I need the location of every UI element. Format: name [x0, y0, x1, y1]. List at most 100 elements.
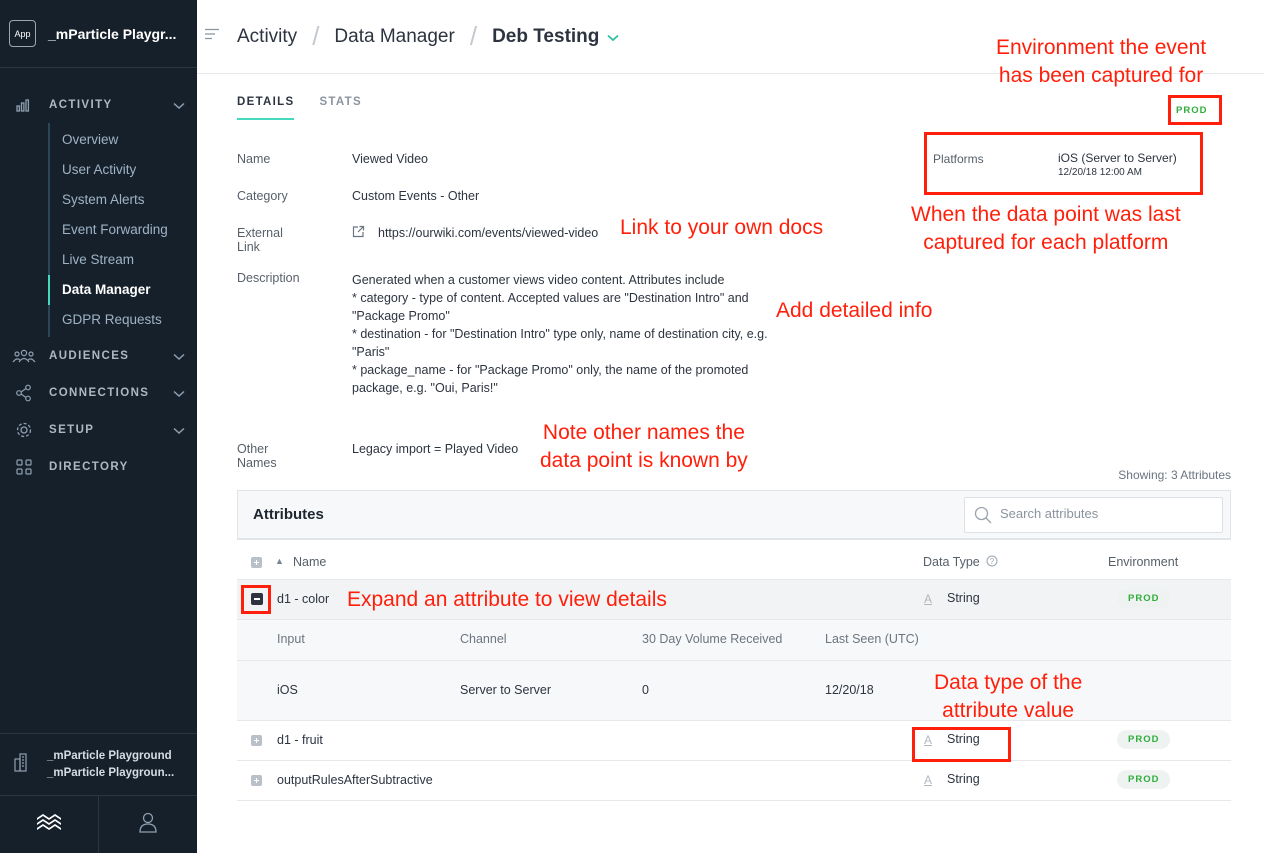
- description-text: Generated when a customer views video co…: [352, 271, 768, 397]
- table-row[interactable]: outputRulesAfterSubtractive A String PRO…: [237, 761, 1231, 801]
- app-header[interactable]: App _mParticle Playgr...: [0, 0, 197, 68]
- callout-text: Environment the event: [996, 36, 1207, 59]
- mparticle-logo-icon: [35, 812, 63, 837]
- user-profile-button[interactable]: [99, 796, 197, 853]
- people-icon: [12, 347, 36, 365]
- attribute-search[interactable]: [964, 497, 1223, 533]
- sidebar-item-overview[interactable]: Overview: [50, 125, 197, 155]
- breadcrumb-separator: /: [469, 21, 478, 51]
- tab-stats[interactable]: STATS: [319, 96, 362, 120]
- breadcrumb-data-manager[interactable]: Data Manager: [334, 26, 454, 48]
- callout-box-environment: [1168, 95, 1222, 125]
- callout-text: Data type of the: [934, 671, 1083, 694]
- callout-box-expand: [241, 585, 271, 614]
- sidebar-item-gdpr-requests[interactable]: GDPR Requests: [50, 305, 197, 335]
- description-line: * category - type of content. Accepted v…: [352, 291, 749, 305]
- chevron-down-icon[interactable]: [607, 26, 619, 48]
- expand-icon[interactable]: [251, 775, 262, 786]
- category-label: Category: [237, 189, 288, 203]
- attributes-header: Attributes: [238, 491, 1230, 539]
- app-badge: App: [9, 20, 36, 47]
- expand-all-icon[interactable]: [251, 557, 262, 568]
- workspace-switcher[interactable]: _mParticle Playground _mParticle Playgro…: [0, 733, 197, 795]
- nav-connections-label: CONNECTIONS: [49, 386, 150, 399]
- mparticle-logo-button[interactable]: [0, 796, 99, 853]
- workspace-name: _mParticle Playgroun...: [47, 766, 175, 779]
- description-line: "Paris": [352, 345, 390, 359]
- expand-icon[interactable]: [251, 735, 262, 746]
- external-link-label: External Link: [237, 226, 283, 254]
- breadcrumb-current-event[interactable]: Deb Testing: [492, 26, 599, 48]
- detail-volume: 0: [642, 683, 649, 697]
- help-icon[interactable]: ?: [986, 555, 998, 570]
- sidebar-item-event-forwarding[interactable]: Event Forwarding: [50, 215, 197, 245]
- sidebar-item-user-activity[interactable]: User Activity: [50, 155, 197, 185]
- sidebar-item-system-alerts[interactable]: System Alerts: [50, 185, 197, 215]
- breadcrumb-activity[interactable]: Activity: [237, 26, 297, 48]
- description-line: * destination - for "Destination Intro" …: [352, 327, 768, 341]
- callout-text: captured for each platform: [923, 231, 1169, 254]
- chevron-down-icon: [173, 348, 185, 366]
- external-link-icon[interactable]: [352, 225, 365, 241]
- sidebar-footer: _mParticle Playground _mParticle Playgro…: [0, 733, 197, 853]
- connections-icon: [12, 384, 36, 402]
- nav-audiences[interactable]: AUDIENCES: [0, 337, 197, 374]
- env-badge: PROD: [1117, 770, 1171, 789]
- nav-directory-label: DIRECTORY: [49, 460, 129, 473]
- app-name: _mParticle Playgr...: [48, 25, 177, 42]
- detail-last-seen: 12/20/18: [825, 683, 874, 697]
- chevron-down-icon: [173, 422, 185, 440]
- callout-text: Note other names the: [542, 421, 745, 444]
- search-input[interactable]: [1000, 506, 1210, 521]
- detail-tabs: DETAILS STATS: [237, 96, 387, 120]
- attributes-panel: Attributes: [237, 490, 1231, 540]
- env-badge: PROD: [1117, 730, 1171, 749]
- detail-col-input: Input: [277, 632, 305, 646]
- callout-text: has been captured for: [998, 64, 1204, 87]
- nav-setup[interactable]: SETUP: [0, 411, 197, 448]
- callout-data-type: Data type of the attribute value: [934, 669, 1082, 725]
- callout-environment: Environment the event has been captured …: [996, 34, 1206, 90]
- chevron-down-icon: [173, 385, 185, 403]
- gear-icon: [12, 421, 36, 439]
- detail-col-last-seen: Last Seen (UTC): [825, 632, 919, 646]
- env-badge: PROD: [1117, 589, 1171, 608]
- sort-ascending-icon[interactable]: ▲: [275, 556, 284, 566]
- detail-col-volume: 30 Day Volume Received: [642, 632, 783, 646]
- col-data-type[interactable]: Data Type: [923, 555, 980, 569]
- callout-info: Add detailed info: [776, 299, 933, 322]
- activity-subnav: Overview User Activity System Alerts Eve…: [48, 123, 197, 337]
- callout-expand: Expand an attribute to view details: [347, 588, 667, 611]
- table-row[interactable]: d1 - fruit A String PROD: [237, 721, 1231, 761]
- string-type-icon: A: [924, 592, 933, 606]
- col-name[interactable]: Name: [293, 555, 326, 569]
- sidebar-item-live-stream[interactable]: Live Stream: [50, 245, 197, 275]
- search-icon: [974, 506, 992, 529]
- description-line: package, e.g. "Oui, Paris!": [352, 381, 498, 395]
- svg-text:?: ?: [990, 557, 995, 566]
- menu-lines-icon[interactable]: [205, 27, 219, 45]
- nav-directory[interactable]: DIRECTORY: [0, 448, 197, 485]
- description-line: "Package Promo": [352, 309, 450, 323]
- detail-col-channel: Channel: [460, 632, 507, 646]
- attributes-title: Attributes: [253, 506, 324, 523]
- nav-activity-label: ACTIVITY: [49, 98, 113, 111]
- string-type-icon: A: [924, 773, 933, 787]
- bar-chart-icon: [12, 96, 36, 114]
- other-names-label: Other Names: [237, 442, 277, 470]
- col-environment[interactable]: Environment: [1108, 555, 1178, 569]
- callout-text: data point is known by: [540, 449, 748, 472]
- user-icon: [138, 811, 158, 838]
- callout-box-platforms: [924, 132, 1203, 195]
- external-link-url[interactable]: https://ourwiki.com/events/viewed-video: [378, 226, 598, 240]
- sidebar-item-data-manager[interactable]: Data Manager: [48, 275, 197, 305]
- nav-activity[interactable]: ACTIVITY: [0, 86, 197, 123]
- nav-connections[interactable]: CONNECTIONS: [0, 374, 197, 411]
- name-label: Name: [237, 152, 271, 166]
- callout-text: attribute value: [942, 699, 1075, 722]
- nav-audiences-label: AUDIENCES: [49, 349, 130, 362]
- breadcrumb-separator: /: [312, 21, 320, 51]
- attribute-type: String: [947, 591, 980, 605]
- tab-details[interactable]: DETAILS: [237, 96, 295, 120]
- detail-input: iOS: [277, 683, 298, 697]
